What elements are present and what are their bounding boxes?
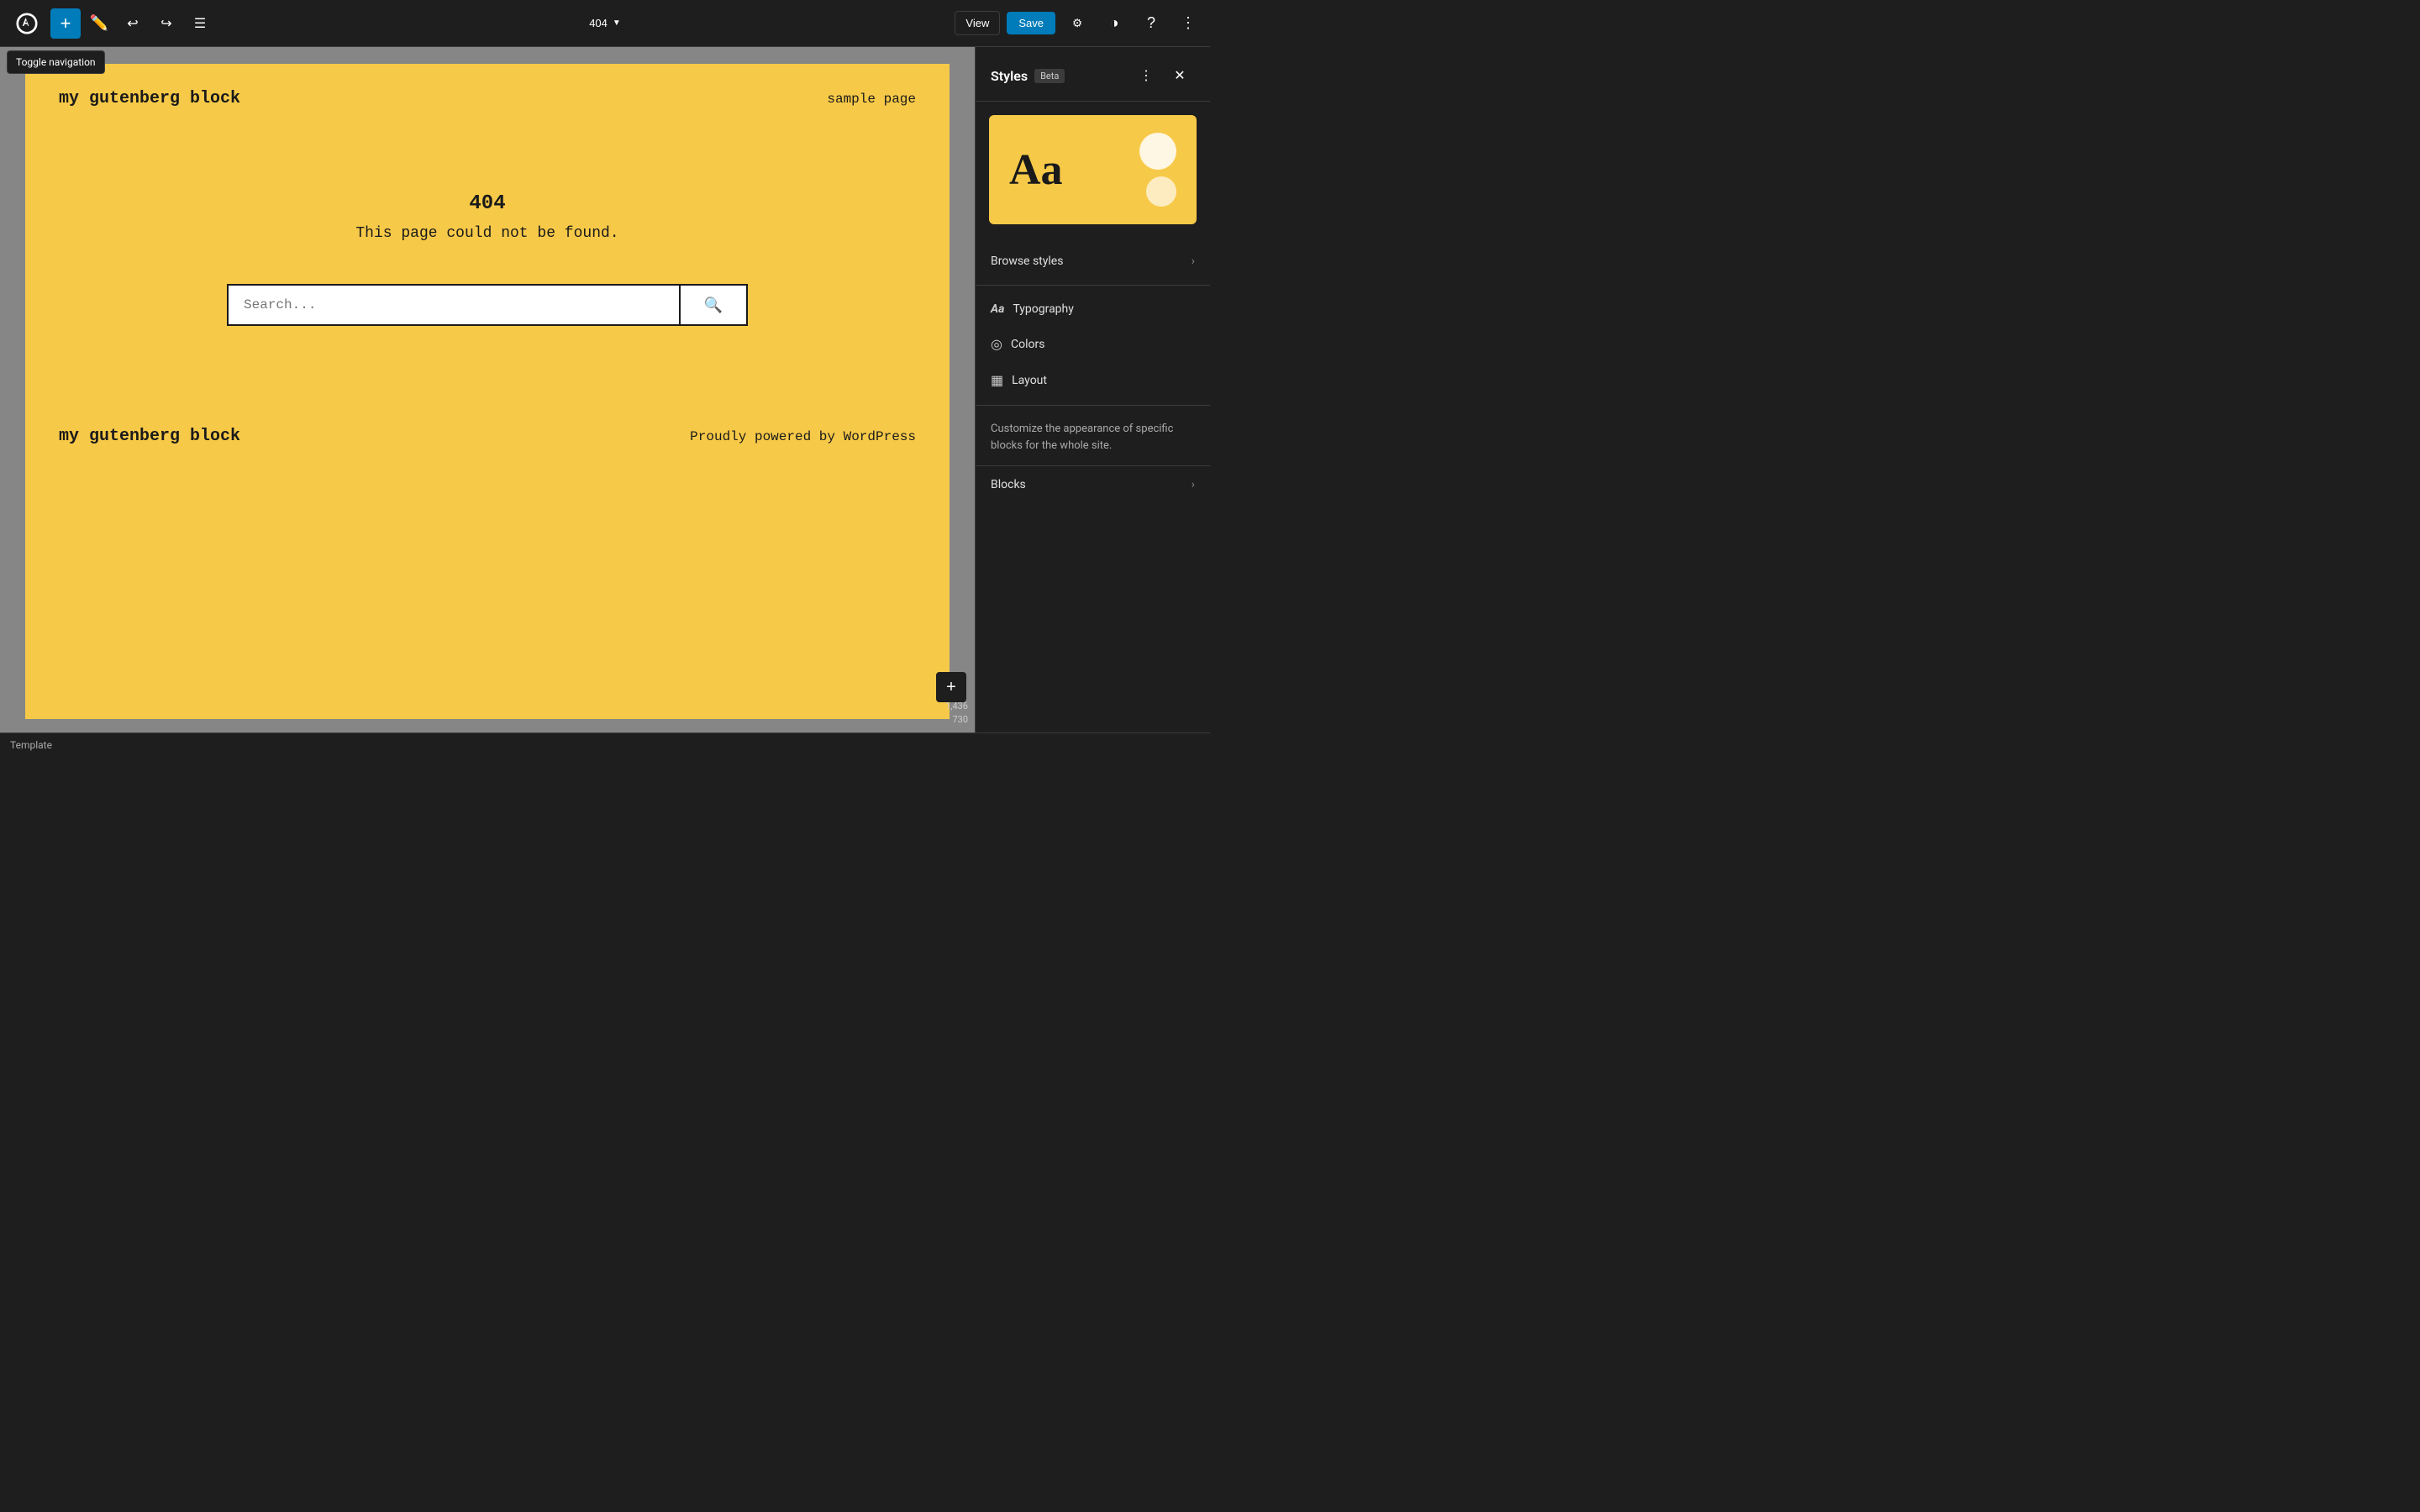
sidebar-header-icons: ⋮ ✕ <box>1131 60 1195 91</box>
typography-label: Typography <box>1013 302 1073 316</box>
wordpress-logo-button[interactable] <box>7 3 47 44</box>
search-submit-button[interactable]: 🔍 <box>681 284 748 326</box>
toolbar-right: View Save ⚙ ◑ ? ⋮ <box>955 8 1203 39</box>
error-code: 404 <box>469 192 505 215</box>
page-footer: my gutenberg block Proudly powered by Wo… <box>25 410 950 471</box>
search-icon: 🔍 <box>704 297 723 314</box>
preview-circles <box>1139 133 1176 207</box>
toggle-nav-tooltip: Toggle navigation <box>7 50 105 74</box>
sidebar-more-options-button[interactable]: ⋮ <box>1131 60 1161 91</box>
wp-logo-icon <box>12 8 42 39</box>
plus-canvas-icon: + <box>946 678 956 697</box>
list-view-button[interactable]: ☰ <box>185 8 215 39</box>
preview-aa-text: Aa <box>1009 145 1063 195</box>
toolbar: + ✏️ ↩ ↪ ☰ Toggle navigation 404 ▼ View … <box>0 0 1210 47</box>
layout-item-left: ▦ Layout <box>991 372 1047 388</box>
search-input[interactable] <box>227 284 681 326</box>
contrast-icon: ◑ <box>1110 14 1119 32</box>
layout-label: Layout <box>1012 374 1047 387</box>
status-bar: Template <box>0 732 1210 756</box>
layout-item[interactable]: ▦ Layout <box>976 362 1210 398</box>
preview-circle-small <box>1146 176 1176 207</box>
add-block-button[interactable]: + <box>50 8 81 39</box>
tools-icon: ✏️ <box>90 14 108 32</box>
style-preview[interactable]: Aa <box>989 115 1197 224</box>
blocks-label: Blocks <box>991 478 1026 491</box>
browse-styles-label: Browse styles <box>991 255 1063 268</box>
sidebar-nav: Browse styles › <box>976 238 1210 286</box>
typography-item-left: Aa Typography <box>991 302 1074 316</box>
view-button[interactable]: View <box>955 11 1000 35</box>
browse-styles-chevron: › <box>1192 255 1195 268</box>
error-content: 404 This page could not be found. 🔍 <box>25 125 950 376</box>
chevron-down-icon: ▼ <box>613 18 621 28</box>
redo-icon: ↪ <box>160 15 171 32</box>
beta-badge: Beta <box>1034 69 1065 83</box>
coordinates-display: 1,436 730 <box>945 700 968 726</box>
colors-item[interactable]: ◎ Colors <box>976 326 1210 362</box>
ellipsis-v-icon: ⋮ <box>1139 67 1153 84</box>
styles-sidebar: Styles Beta ⋮ ✕ Aa Browse styl <box>975 47 1210 732</box>
undo-icon: ↩ <box>127 15 138 32</box>
theme-toggle-button[interactable]: ◑ <box>1099 8 1129 39</box>
plus-icon: + <box>60 13 71 34</box>
redo-button[interactable]: ↪ <box>151 8 182 39</box>
toolbar-center: 404 ▼ <box>581 12 629 34</box>
search-wrapper: 🔍 <box>227 284 748 326</box>
browse-styles-item[interactable]: Browse styles › <box>976 244 1210 278</box>
page-selector-button[interactable]: 404 ▼ <box>581 12 629 34</box>
page-header: my gutenberg block sample page <box>25 64 950 125</box>
status-label: Template <box>10 739 52 751</box>
close-icon: ✕ <box>1174 67 1185 84</box>
colors-label: Colors <box>1011 338 1044 351</box>
main-area: my gutenberg block sample page 404 This … <box>0 47 1210 732</box>
footer-credit: Proudly powered by WordPress <box>690 429 916 444</box>
tools-button[interactable]: ✏️ <box>84 8 114 39</box>
gear-icon: ⚙ <box>1072 17 1082 30</box>
help-button[interactable]: ? <box>1136 8 1166 39</box>
blocks-item[interactable]: Blocks › <box>976 466 1210 503</box>
page-name-label: 404 <box>589 17 608 29</box>
sidebar-title: Styles <box>991 68 1028 84</box>
nav-sample-page: sample page <box>827 92 916 107</box>
sidebar-title-row: Styles Beta <box>991 68 1065 84</box>
toolbar-left: + ✏️ ↩ ↪ ☰ <box>7 3 215 44</box>
layout-icon: ▦ <box>991 372 1003 388</box>
colors-item-left: ◎ Colors <box>991 336 1044 352</box>
typography-item[interactable]: Aa Typography <box>976 292 1210 326</box>
list-view-icon: ☰ <box>194 15 206 32</box>
error-message: This page could not be found. <box>355 225 618 242</box>
more-options-button[interactable]: ⋮ <box>1173 8 1203 39</box>
site-title-header: my gutenberg block <box>59 89 240 108</box>
page-canvas: my gutenberg block sample page 404 This … <box>25 64 950 719</box>
add-block-canvas-button[interactable]: + <box>936 672 966 702</box>
settings-button[interactable]: ⚙ <box>1062 8 1092 39</box>
preview-circle-large <box>1139 133 1176 170</box>
sidebar-description: Customize the appearance of specific blo… <box>976 406 1210 466</box>
ellipsis-icon: ⋮ <box>1181 14 1196 32</box>
footer-site-title: my gutenberg block <box>59 427 240 446</box>
canvas-area[interactable]: my gutenberg block sample page 404 This … <box>0 47 975 732</box>
blocks-chevron: › <box>1192 478 1195 491</box>
help-icon: ? <box>1147 14 1155 32</box>
colors-icon: ◎ <box>991 336 1002 352</box>
save-button[interactable]: Save <box>1007 12 1055 34</box>
sidebar-close-button[interactable]: ✕ <box>1165 60 1195 91</box>
sidebar-header: Styles Beta ⋮ ✕ <box>976 47 1210 102</box>
typography-nav: Aa Typography ◎ Colors ▦ Layout <box>976 286 1210 406</box>
undo-button[interactable]: ↩ <box>118 8 148 39</box>
typography-icon: Aa <box>991 302 1004 316</box>
